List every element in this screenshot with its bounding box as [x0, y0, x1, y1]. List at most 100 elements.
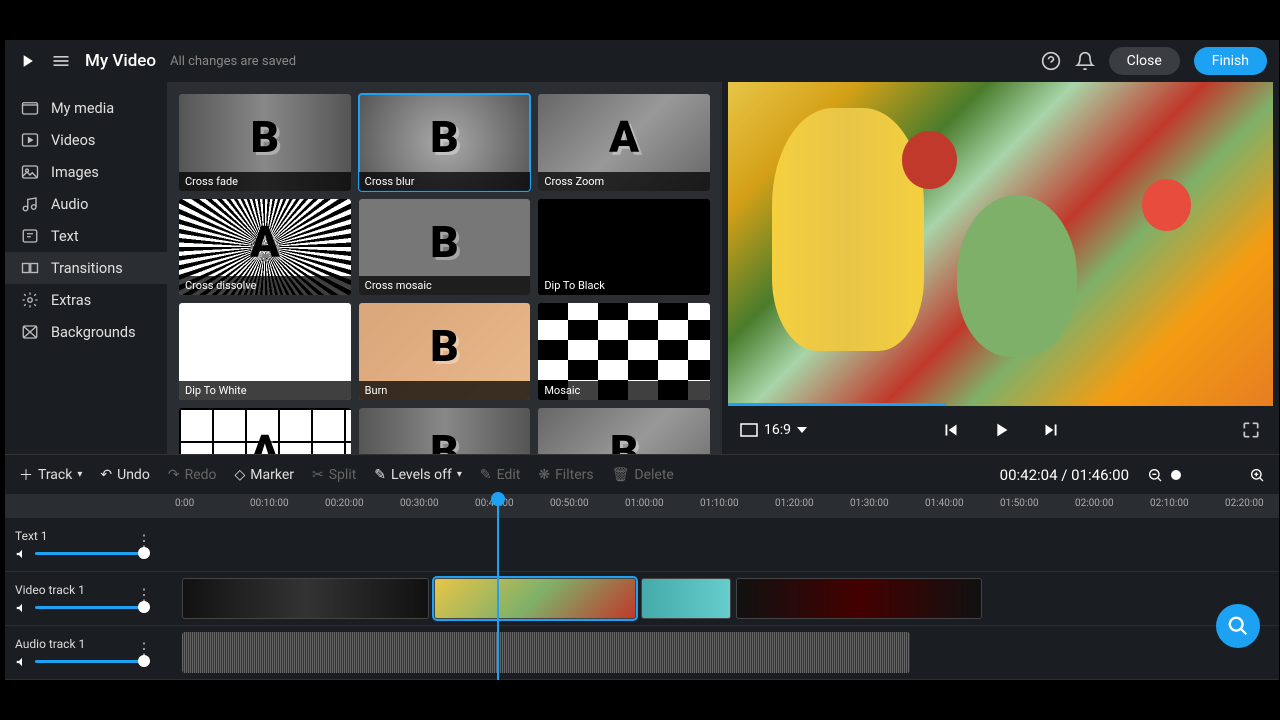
transitions-icon — [21, 259, 39, 277]
sidebar-item-label: Videos — [51, 132, 95, 149]
next-button[interactable] — [1040, 419, 1062, 441]
levels-button[interactable]: ✎Levels off▾ — [374, 467, 462, 483]
bell-icon[interactable] — [1075, 51, 1095, 71]
menu-icon[interactable] — [51, 51, 71, 71]
transition-label: Cross dissolve — [179, 276, 351, 295]
track-content[interactable] — [160, 572, 1279, 625]
audio-clip[interactable] — [182, 632, 909, 673]
sidebar-item-my-media[interactable]: My media — [5, 92, 167, 124]
transition-label: Cross mosaic — [359, 276, 531, 295]
sidebar-item-backgrounds[interactable]: Backgrounds — [5, 316, 167, 348]
track-header: Audio track 1⋮ — [5, 633, 160, 673]
ruler-tick: 02:20:00 — [1225, 498, 1264, 509]
transition-item[interactable]: B — [538, 408, 710, 454]
track-row: Text 1⋮ — [5, 518, 1279, 572]
transition-mosaic[interactable]: Mosaic — [538, 303, 710, 400]
sidebar-item-label: Backgrounds — [51, 324, 136, 341]
zoom-out-icon[interactable] — [1147, 467, 1163, 483]
video-clip[interactable] — [736, 578, 982, 619]
zoom-in-icon[interactable] — [1249, 467, 1265, 483]
track-name: Audio track 1 — [15, 637, 150, 651]
ruler-tick: 01:10:00 — [700, 498, 739, 509]
extras-icon — [21, 291, 39, 309]
sidebar-item-text[interactable]: Text — [5, 220, 167, 252]
image-icon — [21, 163, 39, 181]
sidebar: My media Videos Images Audio Text Transitions… — [5, 82, 167, 454]
chevron-down-icon — [797, 427, 807, 433]
finish-button[interactable]: Finish — [1194, 47, 1267, 75]
zoom-controls[interactable] — [1147, 467, 1181, 483]
split-button[interactable]: ✂Split — [312, 467, 356, 483]
sidebar-item-label: Extras — [51, 292, 91, 309]
sidebar-item-label: Transitions — [51, 260, 123, 277]
transition-dip-to-white[interactable]: Dip To White — [179, 303, 351, 400]
volume-slider[interactable] — [35, 552, 150, 555]
help-fab[interactable] — [1216, 604, 1260, 648]
transition-cross-blur[interactable]: BCross blur — [359, 94, 531, 191]
volume-icon[interactable] — [15, 601, 29, 615]
preview-controls: 16:9 — [722, 406, 1279, 454]
sidebar-item-label: Audio — [51, 196, 88, 213]
marker-button[interactable]: ◇Marker — [235, 467, 295, 483]
track-name: Text 1 — [15, 529, 150, 543]
sidebar-item-images[interactable]: Images — [5, 156, 167, 188]
timeline-ruler[interactable]: 0:0000:10:0000:20:0000:30:0000:40:0000:5… — [5, 494, 1279, 518]
volume-icon[interactable] — [15, 655, 29, 669]
transition-item[interactable]: A — [179, 408, 351, 454]
ruler-tick: 00:10:00 — [250, 498, 289, 509]
sidebar-item-videos[interactable]: Videos — [5, 124, 167, 156]
edit-button[interactable]: ✎Edit — [480, 467, 520, 483]
transition-item[interactable]: B — [359, 408, 531, 454]
transition-dip-to-black[interactable]: Dip To Black — [538, 199, 710, 296]
track-content[interactable] — [160, 626, 1279, 679]
video-clip[interactable] — [434, 578, 635, 619]
video-clip[interactable] — [641, 578, 731, 619]
ruler-tick: 01:20:00 — [775, 498, 814, 509]
close-button[interactable]: Close — [1109, 47, 1180, 75]
ruler-tick: 02:00:00 — [1075, 498, 1114, 509]
volume-icon[interactable] — [15, 547, 29, 561]
preview-video[interactable] — [728, 82, 1273, 406]
search-icon — [1227, 615, 1249, 637]
project-title: My Video — [85, 51, 156, 71]
transition-cross-dissolve[interactable]: ACross dissolve — [179, 199, 351, 296]
fullscreen-icon[interactable] — [1241, 420, 1261, 440]
sidebar-item-transitions[interactable]: Transitions — [5, 252, 167, 284]
redo-button[interactable]: ↷Redo — [168, 467, 217, 483]
sidebar-item-label: My media — [51, 100, 114, 117]
ruler-tick: 00:50:00 — [550, 498, 589, 509]
transition-cross-fade[interactable]: BCross fade — [179, 94, 351, 191]
transition-label: Mosaic — [538, 381, 710, 400]
backgrounds-icon — [21, 323, 39, 341]
audio-icon — [21, 195, 39, 213]
help-icon[interactable] — [1041, 51, 1061, 71]
transition-cross-zoom[interactable]: ACross Zoom — [538, 94, 710, 191]
transition-label: Cross fade — [179, 172, 351, 191]
video-clip[interactable] — [182, 578, 428, 619]
track-header: Text 1⋮ — [5, 525, 160, 565]
timecode: 00:42:04 / 01:46:00 — [1000, 466, 1129, 484]
folder-icon — [21, 99, 39, 117]
ruler-tick: 01:40:00 — [925, 498, 964, 509]
transition-cross-mosaic[interactable]: BCross mosaic — [359, 199, 531, 296]
ruler-tick: 00:30:00 — [400, 498, 439, 509]
prev-button[interactable] — [940, 419, 962, 441]
transition-label: Dip To Black — [538, 276, 710, 295]
text-icon — [21, 227, 39, 245]
play-button[interactable] — [990, 419, 1012, 441]
preview-area: 16:9 — [722, 82, 1279, 454]
volume-slider[interactable] — [35, 660, 150, 663]
volume-slider[interactable] — [35, 606, 150, 609]
delete-button[interactable]: 🗑Delete — [612, 467, 674, 483]
sidebar-item-extras[interactable]: Extras — [5, 284, 167, 316]
main-area: My media Videos Images Audio Text Transitions… — [5, 82, 1279, 454]
add-track-button[interactable]: ＋Track▾ — [19, 465, 82, 485]
track-content[interactable] — [160, 518, 1279, 571]
logo-icon — [17, 51, 37, 71]
filters-button[interactable]: ❋Filters — [538, 467, 593, 483]
aspect-ratio-selector[interactable]: 16:9 — [740, 422, 807, 438]
sidebar-item-audio[interactable]: Audio — [5, 188, 167, 220]
transition-burn[interactable]: BBurn — [359, 303, 531, 400]
ruler-tick: 01:50:00 — [1000, 498, 1039, 509]
undo-button[interactable]: ↶Undo — [100, 467, 149, 483]
